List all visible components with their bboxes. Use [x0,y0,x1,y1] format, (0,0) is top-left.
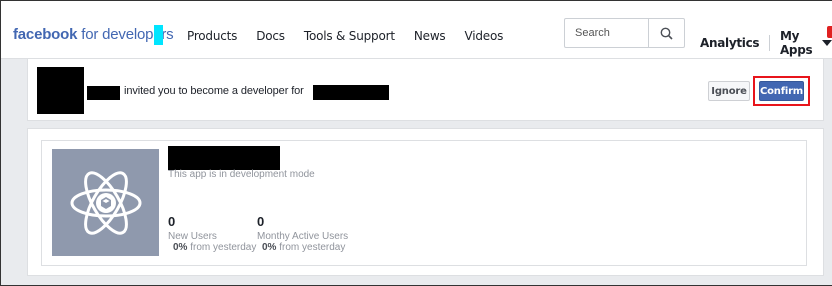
stat-delta-value: 0% [262,242,277,253]
stat-monthly-active-users: 0 Monthy Active Users 0% from yesterday [257,214,348,253]
top-navbar: facebook for developers Products Docs To… [1,1,832,59]
nav-divider [769,35,770,51]
brand-logo[interactable]: facebook for developers [13,26,174,43]
ignore-button[interactable]: Ignore [708,81,750,101]
app-icon [52,149,159,256]
search-button[interactable] [648,19,684,47]
stat-value: 0 [168,214,176,229]
main-nav: Products Docs Tools & Support News Video… [187,29,522,43]
nav-news[interactable]: News [414,29,446,43]
inviter-avatar-redacted [37,67,84,114]
stat-delta-suffix: from yesterday [187,242,257,253]
atom-icon [70,170,141,235]
search-box [564,18,685,48]
app-section: This app is in development mode 0 New Us… [27,128,824,276]
app-status-text: This app is in development mode [168,169,315,180]
analytics-link[interactable]: Analytics [700,36,760,50]
notification-badge[interactable] [827,26,832,38]
search-icon [660,27,673,40]
app-card[interactable]: This app is in development mode 0 New Us… [41,140,807,266]
search-input[interactable] [575,25,645,41]
app-name-redacted [168,146,280,170]
nav-tools-support[interactable]: Tools & Support [304,29,395,43]
stat-delta-value: 0% [173,242,188,253]
confirm-button[interactable]: Confirm [759,81,804,101]
chevron-down-icon[interactable] [822,40,832,46]
developer-invite-card: invited you to become a developer for Ig… [27,59,824,121]
nav-videos[interactable]: Videos [465,29,504,43]
stat-label: Monthy Active Users [257,231,349,242]
invite-message: invited you to become a developer for [124,85,304,97]
confirm-highlight-box: Confirm [753,76,810,106]
text-cursor-highlight [154,25,163,45]
inviter-name-redacted [87,86,120,100]
stat-value: 0 [257,214,265,229]
nav-products[interactable]: Products [187,29,237,43]
brand-bold-text: facebook [13,26,78,43]
my-apps-menu[interactable]: My Apps [780,29,816,57]
stat-new-users: 0 New Users 0% from yesterday [168,214,256,253]
stat-delta-suffix: from yesterday [276,242,346,253]
invited-app-name-redacted [313,85,389,100]
nav-docs[interactable]: Docs [256,29,285,43]
stat-delta: 0% from yesterday [173,242,256,253]
account-nav: Analytics My Apps [700,29,832,57]
stat-label: New Users [168,231,217,242]
stat-delta: 0% from yesterday [262,242,348,253]
